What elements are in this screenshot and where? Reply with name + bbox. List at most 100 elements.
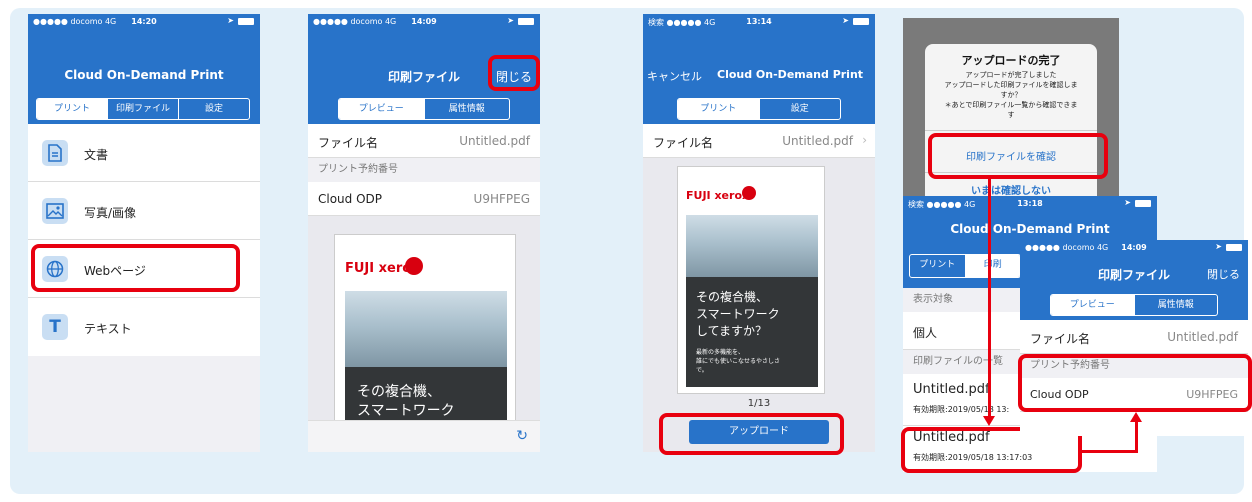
- clock: 13:18: [1017, 199, 1043, 208]
- chevron-right-icon: ›: [862, 133, 867, 147]
- document-preview: FUJI xerox その複合機、 スマートワーク してますか？ 最新の多機能を…: [677, 166, 825, 394]
- arrow-up-icon: [1130, 412, 1142, 422]
- ad-headline: その複合機、 スマートワーク してますか？: [696, 290, 780, 338]
- battery-icon: [853, 18, 869, 25]
- highlight-upload: [659, 413, 844, 455]
- status-bar: ●●●●● docomo 4G 14:09 ➤: [1020, 240, 1248, 254]
- file-name-value: Untitled.pdf: [1167, 330, 1238, 344]
- odp-value: U9HFPEG: [473, 192, 530, 206]
- screen-upload: 検索 ●●●●● 4G 13:14 ➤ キャンセル Cloud On-Deman…: [643, 14, 875, 452]
- close-button[interactable]: 閉じる: [1207, 266, 1240, 282]
- tab-preview[interactable]: プレビュー: [339, 99, 424, 119]
- odp-label: Cloud ODP: [318, 192, 383, 206]
- tab-preview[interactable]: プレビュー: [1051, 295, 1134, 315]
- battery-icon: [518, 18, 534, 25]
- segmented-tabs: プリント 印刷ファイル 設定: [36, 98, 250, 120]
- tab-print-files[interactable]: 印刷ファイル: [107, 99, 178, 119]
- clock: 14:20: [131, 17, 157, 26]
- nav-header: ●●●●● docomo 4G 14:20 ➤ Cloud On-Demand …: [28, 14, 260, 124]
- highlight-webpage: [31, 244, 240, 292]
- flow-connector: [1082, 450, 1138, 453]
- status-bar: ●●●●● docomo 4G 14:09 ➤: [308, 14, 540, 28]
- refresh-icon[interactable]: ↻: [516, 428, 528, 444]
- highlight-confirm: [928, 133, 1108, 179]
- photo-icon: [42, 198, 68, 224]
- file-name-label: ファイル名: [318, 136, 379, 150]
- status-bar: 検索 ●●●●● 4G 13:18 ➤: [903, 196, 1157, 210]
- clock: 13:14: [746, 17, 772, 26]
- dialog-message: アップロードが完了しました アップロードした印刷ファイルを確認しま すか？ ＊あ…: [944, 71, 1078, 119]
- text-icon: T: [42, 314, 68, 340]
- location-icon: ➤: [507, 16, 514, 25]
- clock: 14:09: [1121, 243, 1147, 252]
- file-name-value: Untitled.pdf: [782, 134, 853, 148]
- status-bar: 検索 ●●●●● 4G 13:14 ➤: [643, 14, 875, 28]
- brand-logo: FUJI xerox: [686, 189, 750, 202]
- segmented-tabs: プリント 設定: [677, 98, 841, 120]
- brand-mark-icon: [405, 257, 423, 275]
- app-title: Cloud On-Demand Print: [950, 222, 1110, 236]
- bottom-toolbar: ↻: [308, 420, 540, 452]
- brand-mark-icon: [742, 186, 756, 200]
- location-icon: ➤: [227, 16, 234, 25]
- file-name-value: Untitled.pdf: [459, 134, 530, 148]
- file-name: Untitled.pdf: [913, 382, 990, 397]
- office-photo: [686, 215, 818, 277]
- arrow-down-icon: [983, 416, 995, 426]
- section-header: プリント予約番号: [308, 158, 540, 182]
- segmented-tabs: プレビュー 属性情報: [1050, 294, 1218, 316]
- highlight-reservation-number: [1018, 354, 1252, 412]
- empty-area: [28, 356, 260, 452]
- app-title: Cloud On-Demand Print: [717, 68, 864, 81]
- expiry-date: 有効期限:2019/05/18 13:: [913, 405, 1010, 414]
- tab-print[interactable]: プリント: [37, 99, 107, 119]
- location-icon: ➤: [1124, 198, 1131, 207]
- file-name-row: ファイル名 Untitled.pdf: [1020, 320, 1248, 354]
- battery-icon: [238, 18, 254, 25]
- location-icon: ➤: [842, 16, 849, 25]
- tab-print[interactable]: プリント: [678, 99, 759, 119]
- menu-item-text[interactable]: T テキスト: [28, 298, 260, 356]
- segmented-tabs: プレビュー 属性情報: [338, 98, 510, 120]
- tab-print[interactable]: プリント: [910, 255, 965, 277]
- divider: [925, 130, 1097, 131]
- nav-header: 検索 ●●●●● 4G 13:14 ➤ キャンセル Cloud On-Deman…: [643, 14, 875, 124]
- file-name-label: ファイル名: [1030, 332, 1091, 346]
- app-title: Cloud On-Demand Print: [64, 68, 224, 82]
- location-icon: ➤: [1215, 242, 1222, 251]
- odp-row: Cloud ODP U9HFPEG: [308, 182, 540, 216]
- not-now-button[interactable]: いまは確認しない: [925, 182, 1097, 197]
- file-name-row[interactable]: ファイル名 Untitled.pdf ›: [643, 124, 875, 158]
- flow-connector: [988, 179, 991, 417]
- menu-item-document[interactable]: 文書: [28, 124, 260, 182]
- file-name-row: ファイル名 Untitled.pdf: [308, 124, 540, 158]
- dialog-title: アップロードの完了: [961, 54, 1061, 67]
- clock: 14:09: [411, 17, 437, 26]
- file-name-label: ファイル名: [653, 136, 714, 150]
- segmented-tabs: プリント 印刷: [909, 254, 1021, 278]
- menu-item-label: テキスト: [84, 322, 132, 336]
- page-indicator: 1/13: [747, 398, 771, 409]
- menu-item-label: 文書: [84, 148, 109, 162]
- tab-attributes[interactable]: 属性情報: [1133, 295, 1218, 315]
- office-photo: [345, 291, 507, 367]
- nav-header: ●●●●● docomo 4G 14:09 ➤ 印刷ファイル 閉じる プレビュー…: [1020, 240, 1248, 320]
- tab-print-files[interactable]: 印刷: [964, 255, 1020, 277]
- cancel-button[interactable]: キャンセル: [647, 68, 702, 84]
- tab-attributes[interactable]: 属性情報: [423, 99, 510, 119]
- menu-item-label: 写真/画像: [84, 206, 137, 220]
- preview-area: FUJI xerox その複合機、 スマートワーク してますか？: [308, 216, 540, 452]
- preview-area: FUJI xerox その複合機、 スマートワーク してますか？ 最新の多機能を…: [643, 158, 875, 452]
- ad-subtext: 最新の多機能を、 誰にでも使いこなせるやさしさ で。: [696, 349, 781, 374]
- document-icon: [42, 140, 68, 166]
- screen-print-menu: ●●●●● docomo 4G 14:20 ➤ Cloud On-Demand …: [28, 14, 260, 452]
- ad-copy: その複合機、 スマートワーク してますか？ 最新の多機能を、 誰にでも使いこなせ…: [686, 277, 818, 387]
- battery-icon: [1226, 244, 1242, 251]
- tab-settings[interactable]: 設定: [178, 99, 249, 119]
- battery-icon: [1135, 200, 1151, 207]
- target-value: 個人: [913, 326, 938, 340]
- status-bar: ●●●●● docomo 4G 14:20 ➤: [28, 14, 260, 28]
- tab-settings[interactable]: 設定: [758, 99, 841, 119]
- highlight-close: [488, 55, 540, 91]
- menu-item-photo[interactable]: 写真/画像: [28, 182, 260, 240]
